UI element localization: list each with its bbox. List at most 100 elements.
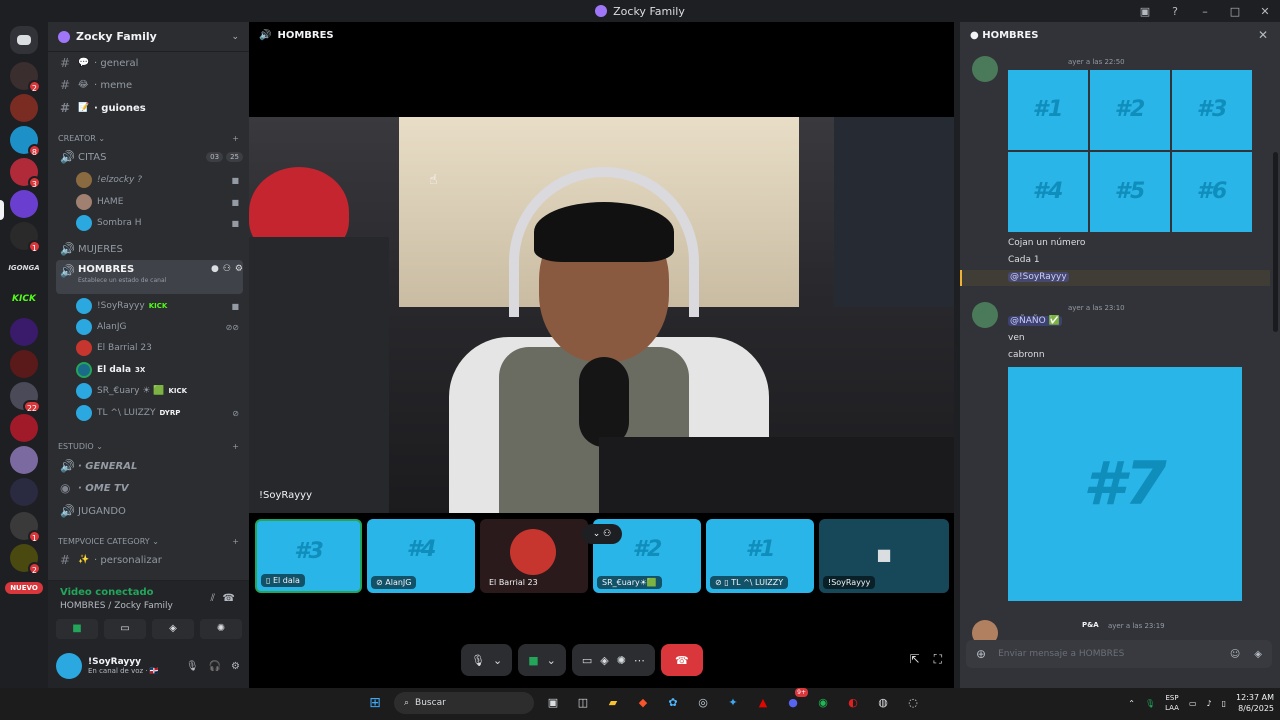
add-channel-icon[interactable]: +	[232, 134, 239, 143]
pop-out-icon[interactable]: ⇱	[910, 652, 920, 667]
chevron-down-icon[interactable]: ⌄	[547, 654, 556, 667]
category-tempvoice[interactable]: TEMPVOICE CATEGORY ⌄ +	[58, 537, 239, 546]
server-icon[interactable]: 1	[10, 222, 41, 253]
avatar[interactable]	[972, 56, 998, 82]
voice-user[interactable]: !SoyRayyy KICK ■	[76, 296, 239, 316]
voice-user[interactable]: El Barrial 23	[76, 338, 239, 358]
channel-general[interactable]: # 💬 · general	[56, 53, 243, 73]
voice-channel-general[interactable]: 🔊 · GENERAL	[56, 456, 243, 476]
language-indicator[interactable]: ESP LAA	[1165, 693, 1179, 713]
chevron-down-icon[interactable]: ⌄	[493, 654, 502, 667]
noise-suppression-icon[interactable]: ⫽	[211, 593, 215, 604]
server-icon[interactable]	[10, 414, 38, 442]
server-icon[interactable]: 3	[10, 158, 41, 189]
message-input[interactable]: ⊕ Enviar mensaje a HOMBRES ☺ ◈	[966, 640, 1272, 668]
message-image[interactable]: #1 #2 #3 #4 #5 #6	[1008, 70, 1254, 232]
network-icon[interactable]: ▭	[1189, 699, 1197, 708]
invite-icon[interactable]: ⚇	[223, 264, 231, 274]
obs-icon[interactable]: ◍	[872, 692, 894, 714]
screen-share-icon[interactable]: ▭	[582, 654, 592, 667]
gear-icon[interactable]: ⚙	[231, 661, 240, 672]
minimize-button[interactable]: –	[1190, 5, 1220, 18]
channel-personalizar[interactable]: # ✨ · personalizar	[56, 550, 243, 570]
server-icon[interactable]: 8	[10, 126, 41, 157]
file-explorer-icon[interactable]: ▰	[602, 692, 624, 714]
server-icon[interactable]	[10, 318, 38, 346]
server-icon[interactable]	[10, 478, 38, 506]
server-icon[interactable]	[10, 350, 38, 378]
voice-user[interactable]: El dala 3X	[76, 360, 239, 380]
main-video[interactable]	[249, 117, 954, 513]
activity-icon[interactable]: ◈	[600, 654, 608, 667]
server-icon[interactable]	[10, 94, 38, 122]
channel-meme[interactable]: # 😂 · meme	[56, 75, 243, 95]
help-icon[interactable]: ?	[1160, 5, 1190, 18]
channel-guiones[interactable]: # 📝 · guiones	[56, 98, 243, 118]
voice-location[interactable]: HOMBRES / Zocky Family	[60, 601, 173, 611]
server-icon[interactable]: 22	[10, 382, 41, 413]
server-icon-zocky-family[interactable]	[10, 190, 38, 218]
participant-tile[interactable]: El Barrial 23	[480, 519, 588, 593]
participant-tile[interactable]: #3 ▯ El dala	[255, 519, 362, 593]
close-icon[interactable]: ✕	[1258, 28, 1268, 42]
participant-tile[interactable]: #1 ⊘ ▯ TL ^\ LUIZZY	[706, 519, 814, 593]
microphone-icon[interactable]: 🎙	[186, 661, 199, 672]
channel-status[interactable]: Establece un estado de canal	[78, 277, 211, 284]
discord-taskbar-icon[interactable]: ● 9+	[782, 688, 808, 714]
add-channel-icon[interactable]: +	[232, 442, 239, 451]
task-view-icon[interactable]: ▣	[542, 692, 564, 714]
server-icon-kick[interactable]: KICK	[6, 294, 42, 304]
activity-button[interactable]: ◈	[152, 619, 194, 639]
spotify-icon[interactable]: ◉	[812, 692, 834, 714]
steam-icon[interactable]: ◎	[692, 692, 714, 714]
voice-user[interactable]: !elzocky ? ■	[76, 170, 239, 190]
disconnect-button[interactable]: ☎	[660, 644, 703, 676]
fullscreen-icon[interactable]: ⛶	[934, 652, 942, 667]
voice-user[interactable]: HAME ■	[76, 192, 239, 212]
voice-user[interactable]: SR_€uary ☀ 🟩 KICK	[76, 381, 239, 401]
user-mention[interactable]: @ÑAÑO ✅	[1008, 316, 1062, 326]
soundboard-button[interactable]: ✺	[200, 619, 242, 639]
voice-user[interactable]: TL ^\ LUIZZY DYRP ⊘	[76, 403, 239, 423]
server-icon[interactable]	[10, 446, 38, 474]
participant-tile[interactable]: ■ !SoyRayyy	[819, 519, 949, 593]
server-icon[interactable]: 1	[10, 512, 41, 543]
server-icon-igonga[interactable]: IGONGA	[6, 264, 42, 272]
chat-icon[interactable]: ●	[211, 264, 219, 274]
soundboard-icon[interactable]: ✺	[617, 654, 626, 667]
user-mention[interactable]: @!SoyRayyy	[1008, 272, 1069, 282]
microphone-icon[interactable]: 🎙	[1145, 699, 1155, 708]
battlenet-icon[interactable]: ✦	[722, 692, 744, 714]
clock[interactable]: 12:37 AM 8/6/2025	[1236, 692, 1274, 714]
volume-icon[interactable]: ♪	[1207, 699, 1212, 708]
voice-user[interactable]: AlanJG ⊘⊘	[76, 317, 239, 337]
voice-channel-jugando[interactable]: 🔊 JUGANDO	[56, 501, 243, 521]
add-attachment-icon[interactable]: ⊕	[976, 647, 986, 661]
message-image[interactable]: #7	[1008, 367, 1242, 601]
app-icon[interactable]: ▲	[752, 692, 774, 714]
disconnect-icon[interactable]: ☎	[223, 593, 235, 604]
voice-channel-citas[interactable]: 🔊 CITAS 03 25	[56, 147, 243, 167]
home-button[interactable]	[10, 26, 38, 54]
app-icon[interactable]: ◐	[842, 692, 864, 714]
add-channel-icon[interactable]: +	[232, 537, 239, 546]
voice-status[interactable]: Video conectado	[60, 587, 153, 598]
guild-header[interactable]: Zocky Family ⌄	[48, 22, 249, 52]
headphones-icon[interactable]: 🎧	[209, 661, 221, 672]
voice-channel-hombres[interactable]: 🔊 HOMBRES Establece un estado de canal ●…	[56, 260, 243, 294]
scrollbar[interactable]	[1273, 152, 1278, 332]
gear-icon[interactable]: ⚙	[235, 264, 243, 274]
microphone-button[interactable]: 🎙 ⌄	[461, 644, 513, 676]
server-icon[interactable]: 2	[10, 544, 41, 575]
windows-start-icon[interactable]: ⊞	[364, 692, 386, 714]
avatar[interactable]	[972, 302, 998, 328]
battery-icon[interactable]: ▯	[1222, 699, 1226, 708]
activity-icon[interactable]: ◈	[1254, 649, 1262, 660]
camera-button[interactable]: ■	[56, 619, 98, 639]
voice-user[interactable]: Sombra H ■	[76, 213, 239, 233]
app-icon[interactable]: ◌	[902, 692, 924, 714]
more-icon[interactable]: ⋯	[634, 654, 645, 667]
brave-browser-icon[interactable]: ◆	[632, 692, 654, 714]
emoji-icon[interactable]: ☺	[1230, 649, 1240, 660]
participant-tile[interactable]: #4 ⊘ AlanJG	[367, 519, 475, 593]
